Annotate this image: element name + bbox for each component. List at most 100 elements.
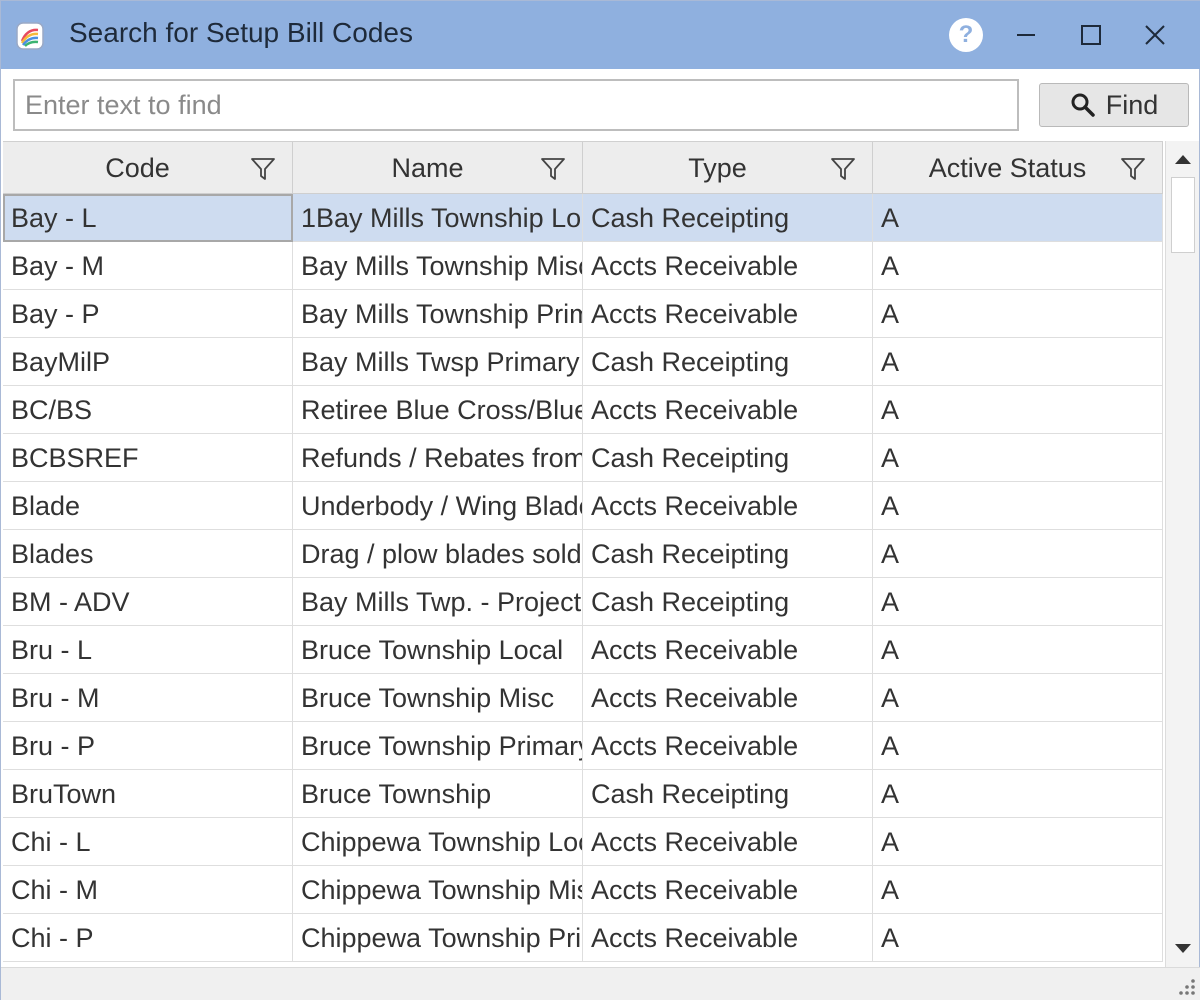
cell-status[interactable]: A — [873, 290, 1163, 338]
cell-type[interactable]: Accts Receivable — [583, 914, 873, 962]
cell-type[interactable]: Accts Receivable — [583, 626, 873, 674]
cell-code[interactable]: BruTown — [3, 770, 293, 818]
cell-code[interactable]: Blade — [3, 482, 293, 530]
cell-type[interactable]: Accts Receivable — [583, 674, 873, 722]
cell-status[interactable]: A — [873, 386, 1163, 434]
column-header-active-status[interactable]: Active Status — [873, 142, 1163, 194]
cell-type[interactable]: Cash Receipting — [583, 338, 873, 386]
column-header-name[interactable]: Name — [293, 142, 583, 194]
cell-name[interactable]: 1Bay Mills Township Local — [293, 194, 583, 242]
table-row[interactable]: Chi - P Chippewa Township Primary Accts … — [3, 914, 1163, 962]
cell-code[interactable]: Chi - P — [3, 914, 293, 962]
table-row[interactable]: BC/BS Retiree Blue Cross/Blue Shield Acc… — [3, 386, 1163, 434]
cell-status[interactable]: A — [873, 434, 1163, 482]
table-row[interactable]: Blades Drag / plow blades sold Cash Rece… — [3, 530, 1163, 578]
cell-code[interactable]: Chi - M — [3, 866, 293, 914]
cell-code[interactable]: Bay - M — [3, 242, 293, 290]
cell-name[interactable]: Bruce Township — [293, 770, 583, 818]
cell-name[interactable]: Refunds / Rebates from BCBS — [293, 434, 583, 482]
table-row[interactable]: Chi - L Chippewa Township Local Accts Re… — [3, 818, 1163, 866]
column-header-type[interactable]: Type — [583, 142, 873, 194]
cell-code[interactable]: BCBSREF — [3, 434, 293, 482]
table-row[interactable]: Bru - P Bruce Township Primary Accts Rec… — [3, 722, 1163, 770]
cell-code[interactable]: Chi - L — [3, 818, 293, 866]
cell-type[interactable]: Accts Receivable — [583, 482, 873, 530]
filter-icon[interactable] — [830, 156, 856, 182]
cell-status[interactable]: A — [873, 770, 1163, 818]
table-row[interactable]: Bay - P Bay Mills Township Primary Accts… — [3, 290, 1163, 338]
cell-name[interactable]: Bay Mills Township Primary — [293, 290, 583, 338]
cell-type[interactable]: Accts Receivable — [583, 386, 873, 434]
table-row[interactable]: Blade Underbody / Wing Blades Accts Rece… — [3, 482, 1163, 530]
cell-code[interactable]: Bay - P — [3, 290, 293, 338]
cell-status[interactable]: A — [873, 338, 1163, 386]
scrollbar-thumb[interactable] — [1171, 177, 1195, 253]
minimize-icon[interactable] — [1003, 13, 1049, 57]
cell-type[interactable]: Cash Receipting — [583, 770, 873, 818]
cell-code[interactable]: BayMilP — [3, 338, 293, 386]
cell-code[interactable]: Bru - L — [3, 626, 293, 674]
cell-status[interactable]: A — [873, 530, 1163, 578]
cell-type[interactable]: Accts Receivable — [583, 242, 873, 290]
cell-type[interactable]: Accts Receivable — [583, 290, 873, 338]
cell-status[interactable]: A — [873, 194, 1163, 242]
table-row[interactable]: Bru - L Bruce Township Local Accts Recei… — [3, 626, 1163, 674]
find-button[interactable]: Find — [1039, 83, 1189, 127]
cell-name[interactable]: Retiree Blue Cross/Blue Shield — [293, 386, 583, 434]
help-button[interactable]: ? — [949, 18, 983, 52]
cell-name[interactable]: Bay Mills Twsp Primary — [293, 338, 583, 386]
cell-type[interactable]: Accts Receivable — [583, 722, 873, 770]
table-row[interactable]: Bay - M Bay Mills Township Misc Accts Re… — [3, 242, 1163, 290]
cell-type[interactable]: Accts Receivable — [583, 818, 873, 866]
table-row[interactable]: BruTown Bruce Township Cash Receipting A — [3, 770, 1163, 818]
cell-status[interactable]: A — [873, 242, 1163, 290]
cell-status[interactable]: A — [873, 914, 1163, 962]
cell-status[interactable]: A — [873, 818, 1163, 866]
cell-code[interactable]: BM - ADV — [3, 578, 293, 626]
cell-code[interactable]: Bay - L — [3, 194, 293, 242]
cell-name[interactable]: Chippewa Township Misc — [293, 866, 583, 914]
table-row[interactable]: Chi - M Chippewa Township Misc Accts Rec… — [3, 866, 1163, 914]
cell-type[interactable]: Accts Receivable — [583, 866, 873, 914]
close-icon[interactable] — [1132, 13, 1178, 57]
cell-name[interactable]: Drag / plow blades sold — [293, 530, 583, 578]
cell-status[interactable]: A — [873, 866, 1163, 914]
filter-icon[interactable] — [1120, 156, 1146, 182]
filter-icon[interactable] — [540, 156, 566, 182]
cell-name[interactable]: Bay Mills Township Misc — [293, 242, 583, 290]
table-row[interactable]: Bay - L 1Bay Mills Township Local Cash R… — [3, 194, 1163, 242]
cell-name[interactable]: Bay Mills Twp. - Project — [293, 578, 583, 626]
cell-name[interactable]: Bruce Township Local — [293, 626, 583, 674]
filter-icon[interactable] — [250, 156, 276, 182]
cell-code[interactable]: Bru - P — [3, 722, 293, 770]
scroll-up-icon[interactable] — [1166, 143, 1200, 175]
cell-name[interactable]: Underbody / Wing Blades — [293, 482, 583, 530]
scroll-down-icon[interactable] — [1166, 933, 1200, 965]
table-row[interactable]: BM - ADV Bay Mills Twp. - Project Cash R… — [3, 578, 1163, 626]
cell-status[interactable]: A — [873, 626, 1163, 674]
table-row[interactable]: Bru - M Bruce Township Misc Accts Receiv… — [3, 674, 1163, 722]
cell-code[interactable]: Blades — [3, 530, 293, 578]
cell-type[interactable]: Cash Receipting — [583, 578, 873, 626]
maximize-icon[interactable] — [1068, 13, 1114, 57]
cell-name[interactable]: Bruce Township Misc — [293, 674, 583, 722]
vertical-scrollbar[interactable] — [1165, 141, 1199, 967]
cell-status[interactable]: A — [873, 722, 1163, 770]
search-input[interactable] — [13, 79, 1019, 131]
cell-type[interactable]: Cash Receipting — [583, 194, 873, 242]
cell-name[interactable]: Bruce Township Primary — [293, 722, 583, 770]
cell-name[interactable]: Chippewa Township Primary — [293, 914, 583, 962]
column-header-code[interactable]: Code — [3, 142, 293, 194]
table-row[interactable]: BCBSREF Refunds / Rebates from BCBS Cash… — [3, 434, 1163, 482]
resize-grip-icon[interactable] — [1175, 975, 1197, 997]
cell-type[interactable]: Cash Receipting — [583, 434, 873, 482]
cell-status[interactable]: A — [873, 674, 1163, 722]
cell-type[interactable]: Cash Receipting — [583, 530, 873, 578]
table-row[interactable]: BayMilP Bay Mills Twsp Primary Cash Rece… — [3, 338, 1163, 386]
cell-code[interactable]: Bru - M — [3, 674, 293, 722]
cell-status[interactable]: A — [873, 578, 1163, 626]
cell-status[interactable]: A — [873, 482, 1163, 530]
cell-code[interactable]: BC/BS — [3, 386, 293, 434]
title-bar[interactable]: Search for Setup Bill Codes ? — [1, 1, 1200, 69]
cell-name[interactable]: Chippewa Township Local — [293, 818, 583, 866]
